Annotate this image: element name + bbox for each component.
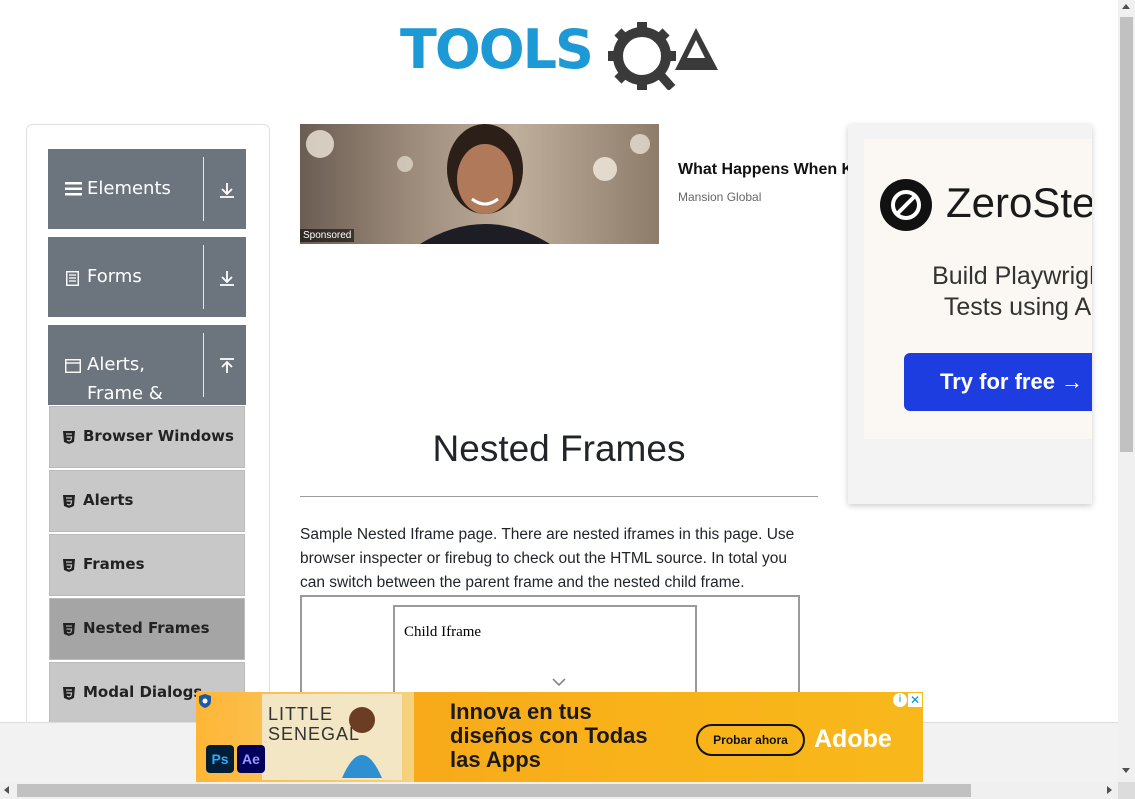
shield-icon: [199, 694, 211, 708]
page: TOOLS Elements Forms Alerts, Frame & Bro…: [0, 0, 1135, 799]
sponsored-badge: Sponsored: [300, 229, 355, 242]
sidebar-group-label: Forms: [87, 266, 142, 287]
scroll-left-icon[interactable]: [4, 786, 9, 794]
chevron-down-icon: [552, 678, 566, 687]
sidebar-group-forms[interactable]: Forms: [48, 237, 246, 317]
html5-icon: [63, 559, 75, 572]
adobe-ad-visual: LITTLE SENEGAL Ps Ae: [196, 692, 414, 782]
group-divider: [203, 333, 204, 397]
group-divider: [203, 245, 204, 309]
sidebar-item-label: Nested Frames: [83, 619, 210, 637]
little-senegal-poster: LITTLE SENEGAL: [262, 694, 402, 780]
sidebar-item-label: Frames: [83, 555, 145, 573]
document-icon: [66, 271, 79, 286]
adobe-logo: Adobe: [814, 725, 892, 753]
sidebar-item-frames[interactable]: Frames: [49, 534, 245, 596]
html5-icon: [63, 495, 75, 508]
vertical-scroll-thumb[interactable]: [1120, 17, 1133, 452]
adobe-ad-headline: Innova en tus diseños con Todas las Apps: [450, 699, 648, 772]
scroll-up-icon[interactable]: [1122, 4, 1130, 9]
sidebar-item-browser-windows[interactable]: Browser Windows: [49, 406, 245, 468]
sidebar-item-alerts[interactable]: Alerts: [49, 470, 245, 532]
after-effects-icon: Ae: [237, 745, 265, 773]
sidebar-item-label: Modal Dialogs: [83, 683, 203, 701]
adobe-ad[interactable]: LITTLE SENEGAL Ps Ae Innova en tus diseñ…: [196, 692, 923, 782]
html5-icon: [63, 431, 75, 444]
probar-ahora-button[interactable]: Probar ahora: [696, 724, 805, 756]
sidebar-group-elements[interactable]: Elements: [48, 149, 246, 229]
ad-info-icon[interactable]: i: [893, 693, 907, 707]
arrow-up-icon[interactable]: [218, 357, 236, 375]
child-iframe-text: Child Iframe: [404, 624, 482, 640]
ad-close-icon[interactable]: ✕: [908, 693, 922, 707]
svg-text:TOOLS: TOOLS: [400, 18, 592, 81]
zerostep-brand: ZeroStep: [946, 179, 1092, 226]
zerostep-ad-panel: ZeroStep Build Playwright Tests using AI…: [864, 139, 1092, 439]
vertical-scrollbar[interactable]: [1118, 0, 1135, 782]
sidebar-item-nested-frames[interactable]: Nested Frames: [49, 598, 245, 660]
arrow-down-icon[interactable]: [218, 181, 236, 199]
title-divider: [300, 496, 818, 497]
sidebar-group-alerts-frame-windows[interactable]: Alerts, Frame & Windows: [48, 325, 246, 433]
sidebar-item-label: Alerts: [83, 491, 134, 509]
arrow-down-icon[interactable]: [218, 269, 236, 287]
group-divider: [203, 157, 204, 221]
try-for-free-button[interactable]: Try for free →: [904, 353, 1092, 411]
page-title: Nested Frames: [432, 428, 686, 469]
hamburger-icon: [65, 182, 82, 196]
html5-icon: [63, 623, 75, 636]
scroll-right-icon[interactable]: [1107, 786, 1112, 794]
sidebar-group-label: Elements: [87, 178, 171, 199]
sidebar: Elements Forms Alerts, Frame & Windows: [26, 124, 270, 744]
zerostep-logo-icon: [880, 179, 932, 231]
sponsored-ad-image[interactable]: [300, 124, 659, 244]
scroll-down-icon[interactable]: [1122, 768, 1130, 773]
window-icon: [65, 359, 81, 373]
sponsored-ad-source: Mansion Global: [678, 190, 762, 204]
page-description: Sample Nested Iframe page. There are nes…: [300, 526, 795, 591]
scrollbar-corner: [1118, 782, 1135, 799]
zerostep-ad[interactable]: ZeroStep Build Playwright Tests using AI…: [848, 124, 1092, 504]
photoshop-icon: Ps: [206, 745, 234, 773]
zerostep-tagline: Build Playwright Tests using AI: [932, 262, 1092, 321]
sponsored-ad-headline[interactable]: What Happens When K: [678, 161, 848, 179]
horizontal-scroll-thumb[interactable]: [17, 784, 971, 797]
html5-icon: [63, 687, 75, 700]
sidebar-item-label: Browser Windows: [83, 427, 234, 445]
toolsqa-logo[interactable]: TOOLS: [400, 18, 725, 91]
horizontal-scrollbar[interactable]: [0, 782, 1118, 799]
